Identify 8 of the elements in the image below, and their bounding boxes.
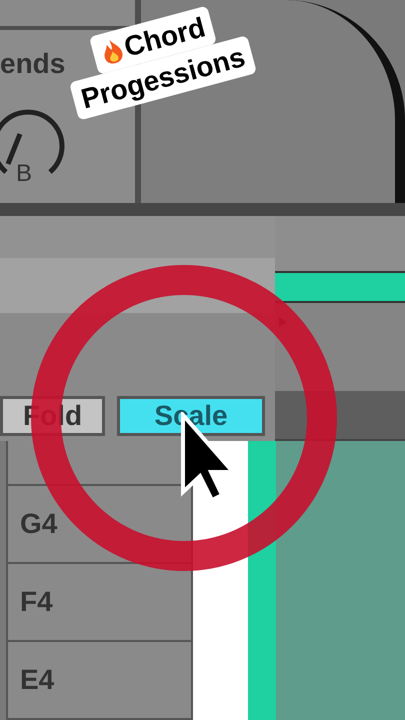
clip-bar[interactable] — [275, 271, 405, 304]
piano-key[interactable]: E4 — [8, 642, 191, 720]
note-label: E4 — [20, 666, 54, 694]
piano-key[interactable]: F4 — [8, 564, 191, 642]
note-label: G4 — [20, 510, 58, 538]
knob-label: B — [16, 162, 32, 186]
note-label: F4 — [20, 588, 53, 616]
sends-label: ends — [0, 50, 66, 78]
